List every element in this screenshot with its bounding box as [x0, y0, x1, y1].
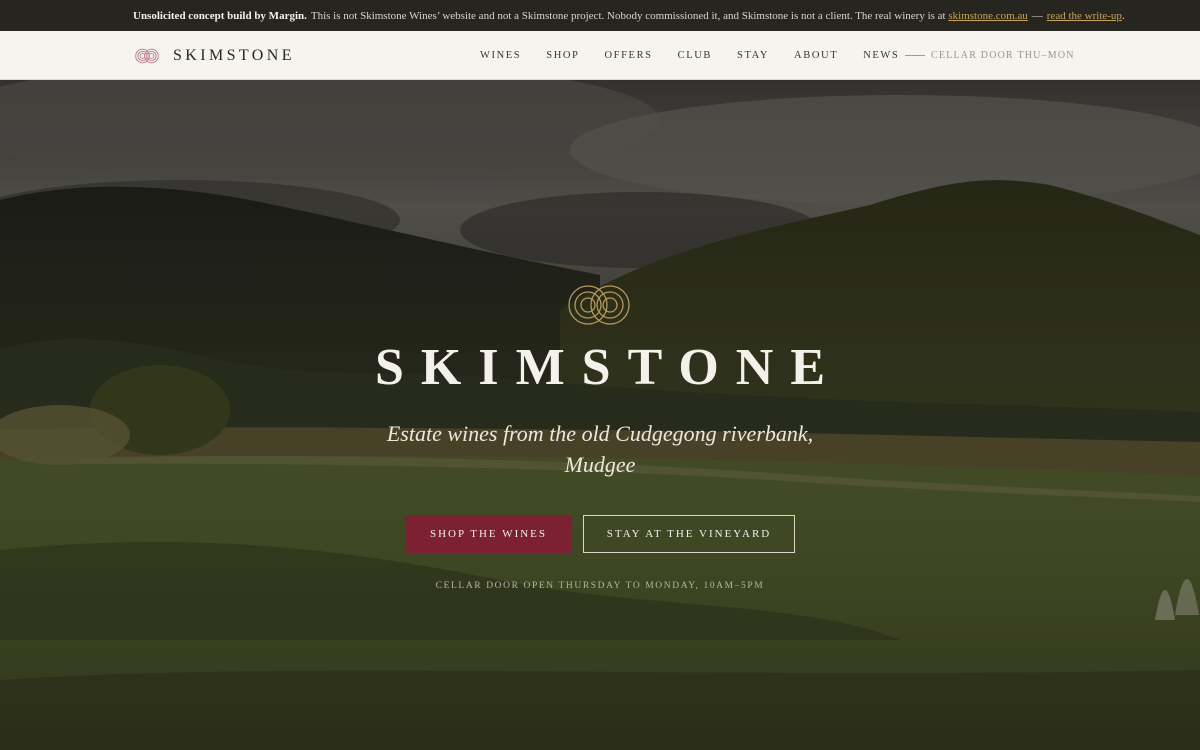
nav-offers[interactable]: OFFERS: [605, 50, 653, 61]
nav-club[interactable]: CLUB: [678, 50, 712, 61]
disclaimer-bold: Unsolicited concept build by Margin.: [133, 9, 307, 22]
main-nav: WINES SHOP OFFERS CLUB STAY ABOUT NEWS: [480, 31, 924, 80]
nav-shop[interactable]: SHOP: [546, 50, 579, 61]
double-ring-logo-icon: [568, 285, 630, 325]
cellar-door-note-text: CELLAR DOOR THU–MON: [931, 50, 1075, 61]
disclaimer-separator: —: [1031, 9, 1043, 22]
nav-news[interactable]: NEWS: [863, 50, 899, 61]
nav-about[interactable]: ABOUT: [794, 50, 838, 61]
real-site-link[interactable]: skimstone.com.au: [948, 10, 1027, 22]
site-header: SKIMSTONE WINES SHOP OFFERS CLUB STAY AB…: [0, 31, 1200, 80]
gold-rule: [905, 55, 925, 56]
brand-name: SKIMSTONE: [173, 46, 295, 64]
cellar-door-hours: CELLAR DOOR OPEN THURSDAY TO MONDAY, 10A…: [435, 581, 765, 591]
hero-section: SKIMSTONE Estate wines from the old Cudg…: [0, 80, 1200, 750]
nav-wines[interactable]: WINES: [480, 50, 521, 61]
disclaimer-text: This is not Skimstone Wines’ website and…: [310, 9, 946, 22]
shop-the-wines-button[interactable]: SHOP THE WINES: [405, 515, 572, 553]
double-ring-logo-icon: [135, 48, 159, 63]
hero-tagline: Estate wines from the old Cudgegong rive…: [386, 421, 814, 477]
disclaimer-bar: Unsolicited concept build by Margin. Thi…: [0, 0, 1200, 31]
disclaimer-end: .: [1121, 9, 1125, 22]
writeup-link[interactable]: read the write-up: [1047, 10, 1122, 22]
hero-content: SKIMSTONE Estate wines from the old Cudg…: [0, 80, 1200, 750]
cellar-door-note: CELLAR DOOR THU–MON: [905, 31, 1075, 80]
brand-link[interactable]: SKIMSTONE: [134, 31, 295, 80]
nav-stay[interactable]: STAY: [737, 50, 769, 61]
stay-at-vineyard-button[interactable]: STAY AT THE VINEYARD: [583, 515, 795, 553]
hero-title: SKIMSTONE: [374, 339, 843, 396]
